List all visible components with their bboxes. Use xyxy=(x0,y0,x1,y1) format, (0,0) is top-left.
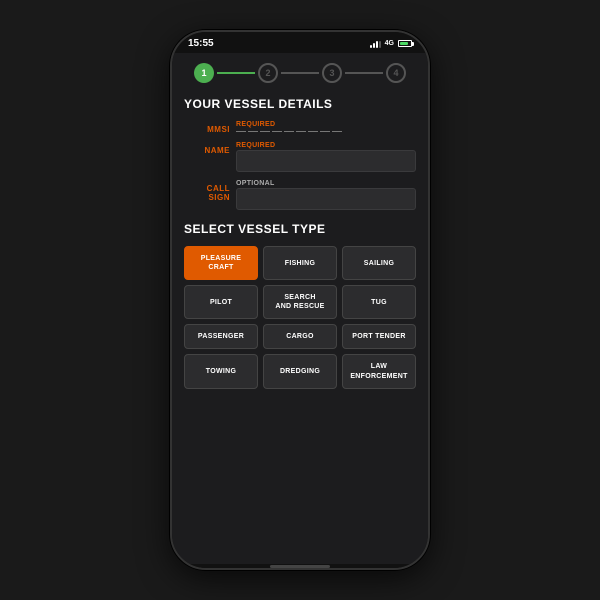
vessel-btn-sailing[interactable]: SAILING xyxy=(342,246,416,280)
step-3[interactable]: 3 xyxy=(322,63,342,83)
step-line-3-4 xyxy=(345,72,383,74)
battery-icon xyxy=(398,40,412,47)
name-required: REQUIRED xyxy=(236,142,416,149)
step-line-2-3 xyxy=(281,72,319,74)
name-label: NAME xyxy=(184,142,236,155)
status-icons: 4G xyxy=(370,40,412,48)
callsign-input[interactable] xyxy=(236,188,416,210)
vessel-btn-cargo[interactable]: CARGO xyxy=(263,324,337,349)
bottom-bar xyxy=(172,564,428,568)
vessel-btn-law-enforcement[interactable]: LAWENFORCEMENT xyxy=(342,354,416,388)
vessel-btn-fishing[interactable]: FISHING xyxy=(263,246,337,280)
status-time: 15:55 xyxy=(188,38,214,49)
network-badge: 4G xyxy=(385,40,394,47)
step-line-1-2 xyxy=(217,72,255,74)
vessel-btn-pleasure-craft[interactable]: PLEASURECRAFT xyxy=(184,246,258,280)
vessel-btn-port-tender[interactable]: PORT TENDER xyxy=(342,324,416,349)
callsign-optional: OPTIONAL xyxy=(236,180,416,187)
mmsi-label: MMSI xyxy=(184,121,236,134)
screen: 1 2 3 4 YOUR VESSEL DETAILS MMSI REQUIRE… xyxy=(172,53,428,564)
step-4[interactable]: 4 xyxy=(386,63,406,83)
vessel-btn-pilot[interactable]: PILOT xyxy=(184,285,258,319)
vessel-type-section: SELECT VESSEL TYPE PLEASURECRAFT FISHING… xyxy=(184,222,416,389)
home-indicator xyxy=(270,565,330,568)
callsign-input-wrapper: OPTIONAL xyxy=(236,180,416,210)
vessel-btn-dredging[interactable]: DREDGING xyxy=(263,354,337,388)
name-input[interactable] xyxy=(236,150,416,172)
vessel-btn-search-rescue[interactable]: SEARCHAND RESCUE xyxy=(263,285,337,319)
mmsi-input-wrapper: REQUIRED xyxy=(236,121,416,134)
status-bar: 15:55 4G xyxy=(172,32,428,53)
name-input-wrapper: REQUIRED xyxy=(236,142,416,172)
step-2[interactable]: 2 xyxy=(258,63,278,83)
vessel-type-grid: PLEASURECRAFT FISHING SAILING PILOT SEAR… xyxy=(184,246,416,389)
step-1[interactable]: 1 xyxy=(194,63,214,83)
mmsi-required: REQUIRED xyxy=(236,121,416,128)
step-indicator: 1 2 3 4 xyxy=(184,63,416,83)
vessel-details-title: YOUR VESSEL DETAILS xyxy=(184,97,416,111)
mmsi-dashes-row xyxy=(236,129,416,134)
callsign-field: CALL SIGN OPTIONAL xyxy=(184,180,416,210)
vessel-btn-towing[interactable]: TOWING xyxy=(184,354,258,388)
name-field: NAME REQUIRED xyxy=(184,142,416,172)
phone-frame: 15:55 4G 1 2 3 xyxy=(170,30,430,570)
vessel-type-title: SELECT VESSEL TYPE xyxy=(184,222,416,236)
vessel-btn-tug[interactable]: TUG xyxy=(342,285,416,319)
signal-icon xyxy=(370,40,381,48)
vessel-btn-passenger[interactable]: PASSENGER xyxy=(184,324,258,349)
mmsi-field: MMSI REQUIRED xyxy=(184,121,416,134)
battery-fill xyxy=(400,42,408,45)
callsign-label: CALL SIGN xyxy=(184,180,236,202)
